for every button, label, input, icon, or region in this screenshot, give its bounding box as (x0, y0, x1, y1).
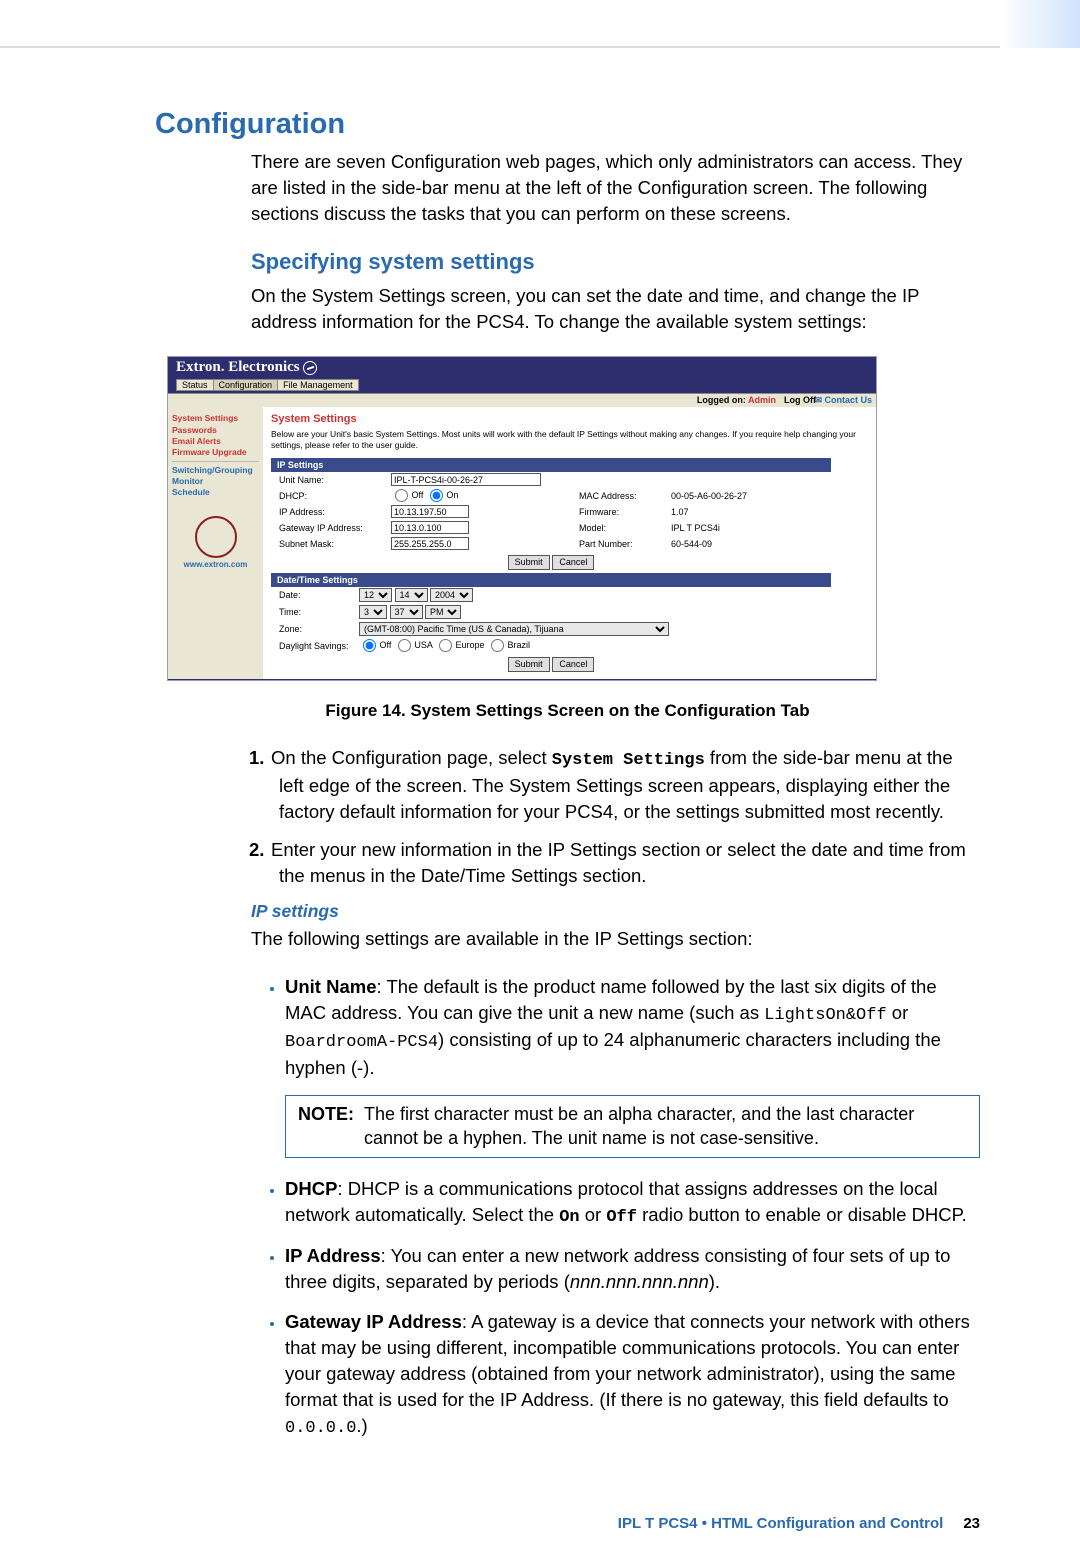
ss-dhcp-label: DHCP: (279, 491, 391, 501)
ss-ds-label: Daylight Savings: (279, 641, 359, 651)
ss-md-value: IPL T PCS4i (671, 523, 720, 533)
ss-tab-status[interactable]: Status (176, 379, 214, 391)
ss-date-year[interactable]: 2004 (430, 588, 473, 602)
ss-ds-usa-radio[interactable] (398, 639, 411, 652)
ss-tab-configuration[interactable]: Configuration (213, 379, 279, 391)
ss-time-label: Time: (279, 607, 359, 617)
ss-phone: 800.633.9876 (812, 356, 873, 357)
ss-main-desc: Below are your Unit's basic System Setti… (271, 429, 868, 449)
ss-side-email-alerts[interactable]: Email Alerts (172, 436, 259, 447)
ss-side-firmware[interactable]: Firmware Upgrade (172, 447, 259, 458)
ss-main: System Settings Below are your Unit's ba… (263, 407, 876, 679)
ss-side-passwords[interactable]: Passwords (172, 425, 259, 436)
ss-ds-europe-radio[interactable] (439, 639, 452, 652)
page-number: 23 (943, 1515, 980, 1532)
ss-fw-label: Firmware: (579, 507, 671, 517)
ss-pn-label: Part Number: (579, 539, 671, 549)
ss-tab-filemgmt[interactable]: File Management (277, 379, 359, 391)
bullet-dhcp: DHCP: DHCP is a communications protocol … (285, 1176, 980, 1230)
ss-dt-submit-button[interactable]: Submit (508, 657, 550, 672)
ss-date-day[interactable]: 14 (395, 588, 428, 602)
step-2: 2.Enter your new information in the IP S… (275, 837, 980, 889)
ss-sm-label: Subnet Mask: (279, 539, 391, 549)
figure-caption: Figure 14. System Settings Screen on the… (155, 701, 980, 721)
ss-ip-submit-button[interactable]: Submit (508, 555, 550, 570)
ss-logged-on: Logged on: Admin (697, 395, 776, 405)
ss-log-off-link[interactable]: Log Off (784, 395, 816, 405)
ss-time-ap[interactable]: PM (425, 605, 461, 619)
ss-unitname-input[interactable] (391, 473, 541, 486)
ss-date-label: Date: (279, 590, 359, 600)
ss-side-schedule[interactable]: Schedule (172, 487, 259, 498)
bullet-gateway: Gateway IP Address: A gateway is a devic… (285, 1309, 980, 1440)
bullet-ip-address: IP Address: You can enter a new network … (285, 1243, 980, 1295)
figure-screenshot: Extron. Electronics 800.633.9876 StatusC… (167, 356, 877, 681)
ss-unitname-label: Unit Name: (279, 475, 391, 485)
ss-time-mm[interactable]: 37 (390, 605, 423, 619)
ss-ip-cancel-button[interactable]: Cancel (552, 555, 594, 570)
ss-extron-seal-icon (195, 516, 237, 558)
bullet-unit-name: Unit Name: The default is the product na… (285, 974, 980, 1081)
ss-tabs: StatusConfigurationFile Management (168, 379, 876, 393)
ss-time-hh[interactable]: 3 (359, 605, 387, 619)
note-label: NOTE: (298, 1102, 364, 1151)
ss-side-switching[interactable]: Switching/Grouping (172, 465, 259, 476)
ss-main-title: System Settings (271, 413, 868, 425)
ss-zone-select[interactable]: (GMT-08:00) Pacific Time (US & Canada), … (359, 622, 669, 636)
page-footer: IPL T PCS4 • HTML Configuration and Cont… (0, 1515, 1080, 1532)
subsection-heading: IP settings (251, 901, 980, 922)
ss-dhcp-on-radio[interactable] (430, 489, 443, 502)
section-intro: On the System Settings screen, you can s… (251, 283, 980, 335)
ss-date-month[interactable]: 12 (359, 588, 392, 602)
ss-fw-value: 1.07 (671, 507, 689, 517)
step-1: 1.On the Configuration page, select Syst… (275, 745, 980, 825)
ss-md-label: Model: (579, 523, 671, 533)
ss-mac-value: 00-05-A6-00-26-27 (671, 491, 747, 501)
ss-dhcp-on-text: On (446, 490, 458, 500)
ss-dt-cancel-button[interactable]: Cancel (552, 657, 594, 672)
ss-gw-label: Gateway IP Address: (279, 523, 391, 533)
ss-ip-header: IP Settings (271, 458, 831, 472)
ss-dhcp-off-text: Off (412, 490, 424, 500)
ss-pn-value: 60-544-09 (671, 539, 712, 549)
ss-sidebar: System Settings Passwords Email Alerts F… (168, 407, 263, 679)
intro-paragraph: There are seven Configuration web pages,… (251, 149, 980, 227)
ss-ds-off-radio[interactable] (363, 639, 376, 652)
ss-ip-input[interactable] (391, 505, 469, 518)
ss-dhcp-off-radio[interactable] (395, 489, 408, 502)
subsection-intro: The following settings are available in … (251, 926, 980, 952)
note-text: The first character must be an alpha cha… (364, 1102, 967, 1151)
ss-ds-brazil-radio[interactable] (491, 639, 504, 652)
ss-side-system-settings[interactable]: System Settings (172, 413, 259, 424)
ss-extron-url[interactable]: www.extron.com (172, 560, 259, 570)
page-title: Configuration (155, 108, 980, 141)
ss-zone-label: Zone: (279, 624, 359, 634)
ss-gw-input[interactable] (391, 521, 469, 534)
ss-dt-header: Date/Time Settings (271, 573, 831, 587)
ss-mac-label: MAC Address: (579, 491, 671, 501)
note-box: NOTE: The first character must be an alp… (285, 1095, 980, 1158)
page-top-border (0, 0, 1080, 48)
ss-contact-link[interactable]: ✉ Contact Us (814, 395, 872, 406)
ss-logo: Extron. Electronics 800.633.9876 (168, 357, 876, 379)
section-heading: Specifying system settings (251, 249, 980, 275)
ss-side-monitor[interactable]: Monitor (172, 476, 259, 487)
ss-ip-label: IP Address: (279, 507, 391, 517)
ss-sm-input[interactable] (391, 537, 469, 550)
